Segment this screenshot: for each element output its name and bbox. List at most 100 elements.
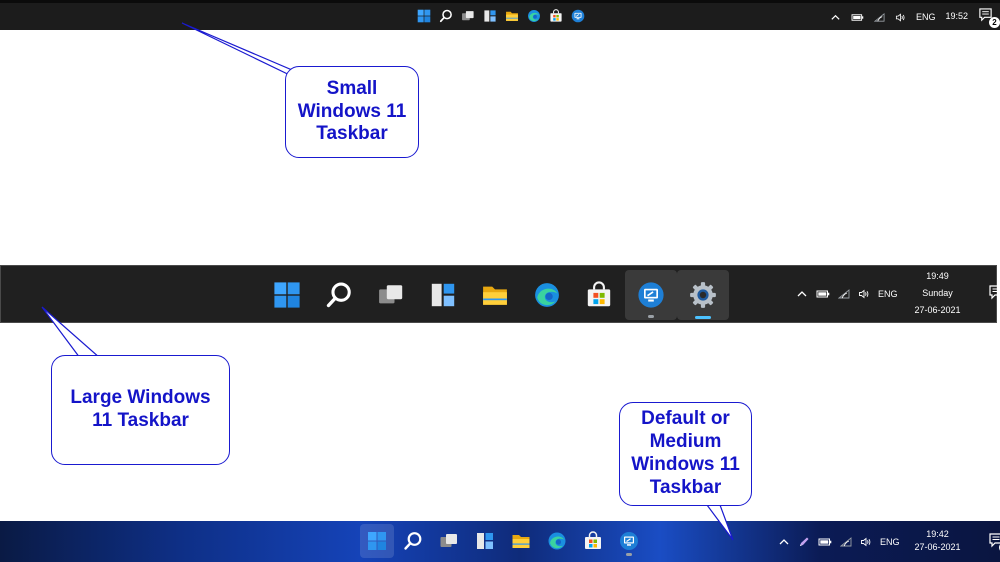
start-button[interactable] <box>360 524 394 558</box>
remote-desktop-button[interactable] <box>570 7 586 25</box>
edge-icon <box>547 531 567 551</box>
chevron-up-icon <box>796 288 808 300</box>
task-view-button[interactable] <box>432 524 466 558</box>
volume-icon[interactable] <box>858 288 870 300</box>
clock[interactable]: 19:42 27-06-2021 <box>908 529 968 553</box>
notification-center-button[interactable]: 4 <box>988 532 1000 553</box>
store-icon <box>549 9 563 23</box>
show-hidden-icons-button[interactable] <box>830 12 841 23</box>
language-indicator[interactable]: ENG <box>916 12 936 22</box>
pinned-apps <box>261 270 729 320</box>
clock-date: 27-06-2021 <box>914 304 961 315</box>
edge-button[interactable] <box>526 7 542 25</box>
file-explorer-button[interactable] <box>504 7 520 25</box>
settings-button[interactable] <box>677 270 729 320</box>
battery-icon[interactable] <box>816 288 830 300</box>
callout-large-taskbar: Large Windows 11 Taskbar <box>51 355 230 465</box>
volume-icon[interactable] <box>895 12 906 23</box>
clock[interactable]: 19:52 <box>945 11 968 22</box>
task-view-button[interactable] <box>365 270 417 320</box>
store-icon <box>583 531 603 551</box>
callout-text: Large Windows 11 Taskbar <box>70 387 211 431</box>
widgets-button[interactable] <box>417 270 469 320</box>
remote-desktop-icon <box>571 9 585 23</box>
edge-button[interactable] <box>521 270 573 320</box>
clock-time: 19:42 <box>926 529 949 540</box>
widgets-button[interactable] <box>468 524 502 558</box>
store-button[interactable] <box>573 270 625 320</box>
system-tray: ENG 19:49 Sunday 27-06-2021 2 <box>796 266 1000 322</box>
search-icon <box>439 9 453 23</box>
notification-icon <box>988 532 1000 548</box>
remote-desktop-icon <box>619 531 639 551</box>
search-button[interactable] <box>396 524 430 558</box>
file-explorer-button[interactable] <box>504 524 538 558</box>
system-tray: ENG 19:42 27-06-2021 4 <box>778 521 1000 562</box>
start-icon <box>417 9 431 23</box>
remote-desktop-button[interactable] <box>625 270 677 320</box>
small-taskbar: ENG 19:52 2 <box>0 0 1000 30</box>
store-button[interactable] <box>548 7 564 25</box>
file-explorer-icon <box>481 281 509 309</box>
search-icon <box>325 281 353 309</box>
chevron-up-icon <box>778 536 790 548</box>
volume-icon[interactable] <box>860 536 872 548</box>
task-view-icon <box>439 531 459 551</box>
running-indicator <box>626 553 632 556</box>
edge-icon <box>533 281 561 309</box>
search-button[interactable] <box>313 270 365 320</box>
wifi-icon[interactable] <box>838 288 850 300</box>
system-tray: ENG 19:52 2 <box>830 6 1000 28</box>
pen-menu-button[interactable] <box>798 536 810 548</box>
clock-time: 19:52 <box>945 11 968 22</box>
pinned-apps <box>360 524 646 558</box>
notification-badge: 2 <box>989 17 1000 28</box>
pinned-apps <box>416 7 586 25</box>
remote-desktop-button[interactable] <box>612 524 646 558</box>
callout-small-taskbar: Small Windows 11 Taskbar <box>285 66 419 158</box>
clock[interactable]: 19:49 Sunday 27-06-2021 <box>906 271 970 316</box>
active-indicator <box>695 316 711 319</box>
remote-desktop-icon <box>637 281 665 309</box>
callout-text: Small Windows 11 Taskbar <box>297 77 407 145</box>
widgets-icon <box>483 9 497 23</box>
task-view-button[interactable] <box>460 7 476 25</box>
clock-date: 27-06-2021 <box>914 542 961 552</box>
file-explorer-icon <box>505 9 519 23</box>
start-button[interactable] <box>261 270 313 320</box>
notification-center-button[interactable]: 2 <box>988 284 1000 305</box>
clock-day: Sunday <box>922 288 953 299</box>
running-indicator <box>648 315 654 318</box>
callout-pointer-small <box>181 22 301 81</box>
widgets-button[interactable] <box>482 7 498 25</box>
start-button[interactable] <box>416 7 432 25</box>
task-view-icon <box>377 281 405 309</box>
show-hidden-icons-button[interactable] <box>796 288 808 300</box>
language-indicator[interactable]: ENG <box>878 289 898 299</box>
wifi-icon[interactable] <box>840 536 852 548</box>
notification-center-button[interactable]: 2 <box>978 7 1000 28</box>
medium-taskbar: ENG 19:42 27-06-2021 4 <box>0 521 1000 562</box>
file-explorer-icon <box>511 531 531 551</box>
edge-icon <box>527 9 541 23</box>
large-taskbar: ENG 19:49 Sunday 27-06-2021 2 <box>0 265 1000 323</box>
battery-icon[interactable] <box>818 536 832 548</box>
search-icon <box>403 531 423 551</box>
clock-time: 19:49 <box>926 271 949 282</box>
settings-icon <box>689 281 717 309</box>
chevron-up-icon <box>830 12 841 23</box>
language-indicator[interactable]: ENG <box>880 537 900 547</box>
file-explorer-button[interactable] <box>469 270 521 320</box>
task-view-icon <box>461 9 475 23</box>
show-hidden-icons-button[interactable] <box>778 536 790 548</box>
edge-button[interactable] <box>540 524 574 558</box>
start-icon <box>273 281 301 309</box>
store-button[interactable] <box>576 524 610 558</box>
callout-text: Default or Medium Windows 11 Taskbar <box>631 408 740 498</box>
search-button[interactable] <box>438 7 454 25</box>
battery-icon[interactable] <box>851 12 864 23</box>
start-icon <box>367 531 387 551</box>
screenshot-canvas: ENG 19:52 2 ENG 19:49 Sunday 27-06-2021 … <box>0 0 1000 562</box>
wifi-icon[interactable] <box>873 12 885 23</box>
callout-medium-taskbar: Default or Medium Windows 11 Taskbar <box>619 402 752 506</box>
